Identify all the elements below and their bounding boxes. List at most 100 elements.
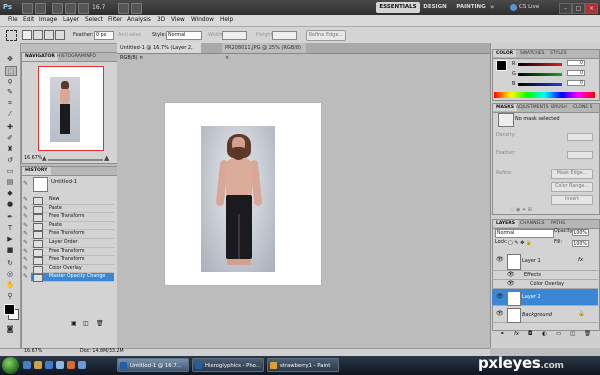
history-state[interactable]: Master Opacity Change (31, 273, 114, 282)
marquee-tool-icon[interactable]: ⬚ (5, 66, 17, 76)
clone-stamp-tool-icon[interactable]: ♜ (5, 145, 15, 153)
history-state[interactable]: Paste (31, 205, 114, 214)
masks-footer-icons[interactable]: ◌ ◉ ✦ ⊞ (510, 207, 532, 213)
move-tool-icon[interactable]: ✥ (5, 55, 15, 63)
navigator-zoom-slider[interactable] (48, 159, 103, 161)
history-brush-icon[interactable]: ✎ (23, 274, 29, 280)
new-layer-icon[interactable]: ◫ (570, 331, 575, 337)
history-brush-icon[interactable]: ✎ (23, 197, 29, 203)
style-select[interactable]: Normal (166, 31, 202, 40)
background-eye-icon[interactable]: 👁 (496, 311, 504, 317)
status-zoom[interactable]: 16.67% (24, 348, 42, 356)
menu-filter[interactable]: Filter (108, 15, 122, 26)
history-state[interactable]: New (31, 196, 114, 205)
new-selection-icon[interactable] (22, 30, 32, 40)
tab-paths[interactable]: PATHS (548, 220, 568, 227)
type-tool-icon[interactable]: T (5, 224, 15, 232)
red-channel-value[interactable]: 0 (567, 60, 585, 66)
blue-channel-slider[interactable] (518, 83, 562, 86)
feather-input[interactable]: 0 px (94, 31, 114, 40)
history-snapshot-label[interactable]: Untitled-1 (51, 179, 77, 185)
close-button[interactable]: × (585, 3, 598, 14)
history-state[interactable]: Color Overlay (31, 265, 114, 274)
zoom-in-icon[interactable]: ▲ (104, 154, 109, 162)
gradient-tool-icon[interactable]: ▤ (5, 178, 15, 186)
effects-eye-icon[interactable]: 👁 (507, 272, 515, 278)
zoom-level[interactable]: 16.7 (92, 2, 114, 13)
workspace-painting[interactable]: PAINTING (455, 2, 487, 13)
new-snapshot-icon[interactable]: ◫ (83, 320, 89, 327)
history-state[interactable]: Free Transform (31, 213, 114, 222)
eraser-tool-icon[interactable]: ▭ (5, 167, 15, 175)
start-button[interactable] (2, 357, 19, 374)
subtract-selection-icon[interactable] (44, 30, 54, 40)
3d-orbit-tool-icon[interactable]: ◎ (5, 270, 15, 278)
background-layer-name[interactable]: Background (522, 312, 552, 318)
invert-button[interactable]: Invert (551, 195, 593, 205)
add-style-icon[interactable]: fx (514, 331, 519, 337)
add-mask-icon[interactable]: ◘ (528, 331, 532, 337)
mini-bridge-button[interactable] (35, 3, 46, 14)
history-state[interactable]: Free Transform (31, 256, 114, 265)
add-selection-icon[interactable] (33, 30, 43, 40)
history-brush-icon[interactable]: ✎ (23, 231, 29, 237)
eye-icon[interactable]: 👁 (496, 257, 504, 263)
task-paint[interactable]: strawberry1 - Paint (267, 358, 339, 372)
density-field[interactable] (567, 133, 593, 141)
background-thumbnail[interactable] (507, 308, 521, 323)
opacity-input[interactable]: 100% (572, 229, 589, 236)
status-doc-size[interactable]: Doc: 14.8M/33.2M (80, 348, 124, 356)
intersect-selection-icon[interactable] (55, 30, 65, 40)
navigator-view-box[interactable] (38, 66, 104, 151)
layer-1-thumbnail[interactable] (507, 254, 521, 270)
history-snapshot-thumbnail[interactable] (33, 177, 48, 192)
tab-swatches[interactable]: SWATCHES (517, 50, 548, 57)
workspace-design[interactable]: DESIGN (423, 2, 447, 13)
tab-untitled-1[interactable]: Untitled-1 @ 16.7% (Layer 2, RGB/8) × (117, 43, 201, 61)
delete-state-icon[interactable]: 🗑 (96, 320, 104, 327)
tab-navigator[interactable]: NAVIGATOR (22, 53, 58, 61)
zoom-tool-icon[interactable]: ⚲ (5, 292, 15, 300)
zoom-out-icon[interactable]: ▲ (42, 155, 47, 162)
tab-adjustments[interactable]: ADJUSTMENTS (513, 104, 551, 111)
color-spectrum-ramp[interactable] (494, 92, 595, 98)
height-input[interactable] (272, 31, 297, 40)
hand-tool-button[interactable] (65, 3, 76, 14)
foreground-color-swatch[interactable] (4, 304, 15, 315)
fill-input[interactable]: 100% (572, 240, 589, 247)
menu-layer[interactable]: Layer (63, 15, 79, 26)
menu-image[interactable]: Image (39, 15, 57, 26)
marquee-preset-icon[interactable] (6, 30, 17, 41)
crop-tool-icon[interactable]: ⌗ (5, 99, 15, 107)
delete-layer-icon[interactable]: 🗑 (584, 331, 591, 337)
history-brush-icon[interactable]: ✎ (23, 265, 29, 272)
feather-mask-field[interactable] (567, 151, 593, 159)
tab-styles[interactable]: STYLES (547, 50, 570, 57)
brush-tool-icon[interactable]: ✐ (5, 134, 15, 142)
tab-color[interactable]: COLOR (493, 50, 517, 57)
layer-2-thumbnail[interactable] (507, 291, 521, 306)
menu-select[interactable]: Select (85, 15, 103, 26)
task-hieroglyphics[interactable]: Hieroglyphics - Pho... (192, 358, 264, 372)
history-brush-icon[interactable]: ✎ (23, 240, 29, 246)
green-channel-value[interactable]: 0 (567, 70, 585, 76)
bridge-button[interactable] (22, 3, 33, 14)
tab-brush[interactable]: BRUSH (548, 104, 570, 111)
tab-info[interactable]: INFO (82, 53, 99, 61)
quicklaunch-media-icon[interactable] (67, 361, 75, 369)
cs-live-button[interactable]: CS Live (508, 2, 561, 13)
mask-thumbnail[interactable] (498, 113, 514, 127)
pen-tool-icon[interactable]: ✒ (5, 213, 15, 221)
quicklaunch-extra-icon[interactable] (78, 361, 86, 369)
new-document-from-state-icon[interactable]: ▣ (71, 320, 77, 327)
red-channel-slider[interactable] (518, 63, 562, 66)
quicklaunch-ie-icon[interactable] (23, 361, 31, 369)
maximize-button[interactable]: □ (572, 3, 585, 14)
history-state[interactable]: Free Transform (31, 248, 114, 257)
adjustment-layer-icon[interactable]: ◐ (542, 331, 547, 337)
snapshot-brush-icon[interactable]: ✎ (23, 181, 29, 187)
screen-mode-button[interactable] (131, 3, 142, 14)
3d-rotate-tool-icon[interactable]: ↻ (5, 259, 15, 267)
tab-channels[interactable]: CHANNELS (517, 220, 548, 227)
minimize-button[interactable]: – (559, 3, 572, 14)
